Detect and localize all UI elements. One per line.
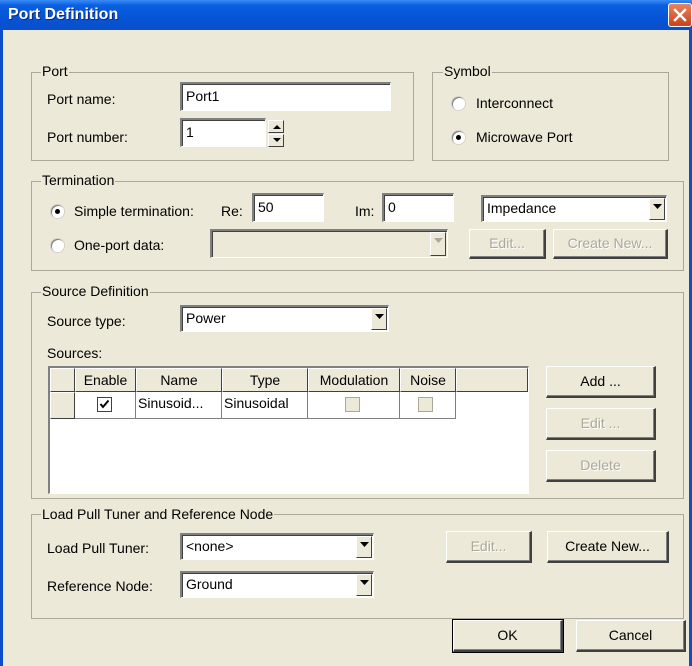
radio-microwave-port-label[interactable]: Microwave Port	[476, 129, 572, 145]
port-number-spin-up[interactable]	[268, 120, 284, 133]
load-pull-tuner-value: <none>	[186, 538, 234, 554]
termination-create-new-label: Create New...	[567, 235, 653, 251]
load-pull-create-new-label: Create New...	[565, 538, 650, 554]
port-group-legend: Port	[41, 63, 69, 79]
source-type-label: Source type:	[47, 313, 126, 329]
delete-source-button[interactable]: Delete	[546, 450, 656, 482]
chevron-down-icon	[360, 542, 369, 547]
reference-node-select[interactable]: Ground	[180, 571, 374, 598]
symbol-group-legend: Symbol	[443, 63, 492, 79]
radio-simple-termination[interactable]	[51, 205, 64, 218]
enable-checkbox[interactable]	[97, 397, 112, 412]
add-source-button[interactable]: Add ...	[546, 366, 656, 398]
source-type-dropdown-button[interactable]	[371, 308, 387, 330]
cancel-button[interactable]: Cancel	[576, 620, 686, 652]
add-source-label: Add ...	[580, 373, 621, 389]
im-label: Im:	[355, 203, 375, 219]
one-port-data-label[interactable]: One-port data:	[74, 237, 164, 253]
edit-source-button[interactable]: Edit ...	[546, 408, 656, 440]
port-definition-dialog: Port Definition Port Port name: Port1 Po…	[0, 0, 692, 666]
chevron-down-icon	[653, 204, 662, 209]
termination-create-new-button[interactable]: Create New...	[553, 229, 668, 259]
title-bar[interactable]: Port Definition	[0, 0, 692, 30]
table-header-modulation[interactable]: Modulation	[308, 368, 400, 392]
termination-edit-button[interactable]: Edit...	[469, 229, 546, 259]
re-label: Re:	[221, 203, 243, 219]
close-button[interactable]	[668, 3, 692, 27]
source-type-value: Power	[186, 310, 226, 326]
im-input[interactable]: 0	[382, 193, 454, 222]
window-frame-left	[0, 30, 3, 666]
termination-edit-label: Edit...	[489, 235, 525, 251]
port-number-label: Port number:	[47, 129, 128, 145]
chevron-down-icon	[360, 580, 369, 585]
load-pull-edit-button[interactable]: Edit...	[446, 531, 532, 563]
table-row-selector[interactable]	[50, 392, 75, 419]
table-cell-noise[interactable]	[400, 392, 456, 419]
termination-mode-value: Impedance	[487, 200, 557, 216]
table-header-noise[interactable]: Noise	[400, 368, 456, 392]
chevron-down-icon	[434, 238, 443, 243]
table-header-type[interactable]: Type	[222, 368, 308, 392]
cancel-button-label: Cancel	[608, 627, 653, 643]
spin-down-icon	[273, 138, 281, 142]
window-title: Port Definition	[8, 6, 119, 23]
table-header-enable[interactable]: Enable	[75, 368, 136, 392]
re-input[interactable]: 50	[252, 193, 324, 222]
one-port-data-dropdown-button[interactable]	[430, 232, 446, 256]
load-pull-edit-label: Edit...	[470, 538, 507, 554]
modulation-checkbox[interactable]	[345, 397, 360, 412]
chevron-down-icon	[375, 314, 384, 319]
radio-microwave-port[interactable]	[452, 131, 465, 144]
termination-mode-dropdown-button[interactable]	[649, 198, 665, 220]
ok-button-label: OK	[497, 627, 518, 643]
table-header-name[interactable]: Name	[136, 368, 222, 392]
reference-node-label: Reference Node:	[47, 578, 153, 594]
checkmark-icon	[99, 399, 110, 409]
source-definition-legend: Source Definition	[41, 283, 150, 299]
source-type-select[interactable]: Power	[180, 305, 389, 332]
table-header-filler	[456, 368, 528, 392]
table-header-selector[interactable]	[50, 368, 75, 392]
ok-button[interactable]: OK	[452, 619, 564, 653]
table-cell-enable[interactable]	[75, 392, 136, 419]
sources-label: Sources:	[47, 345, 103, 361]
termination-group-legend: Termination	[41, 172, 116, 188]
noise-checkbox[interactable]	[418, 397, 433, 412]
delete-source-label: Delete	[580, 457, 621, 473]
radio-interconnect[interactable]	[452, 97, 465, 110]
sources-table[interactable]: Enable Name Type Modulation Noise Sinuso…	[48, 366, 529, 494]
table-cell-name[interactable]: Sinusoid...	[136, 392, 222, 419]
table-cell-type[interactable]: Sinusoidal	[222, 392, 308, 419]
port-name-input[interactable]: Port1	[180, 82, 391, 111]
load-pull-tuner-select[interactable]: <none>	[180, 533, 374, 560]
load-pull-legend: Load Pull Tuner and Reference Node	[41, 506, 275, 522]
reference-node-value: Ground	[186, 576, 233, 592]
radio-interconnect-label[interactable]: Interconnect	[476, 95, 553, 111]
load-pull-group	[31, 514, 684, 619]
close-icon	[673, 8, 687, 22]
simple-termination-label[interactable]: Simple termination:	[74, 203, 194, 219]
table-cell-modulation[interactable]	[308, 392, 400, 419]
edit-source-label: Edit ...	[580, 415, 621, 431]
port-name-label: Port name:	[47, 91, 116, 107]
port-number-spin-down[interactable]	[268, 134, 284, 147]
one-port-data-select[interactable]	[210, 229, 448, 258]
spin-up-icon	[273, 125, 281, 129]
reference-node-dropdown-button[interactable]	[356, 574, 372, 596]
symbol-group	[432, 72, 669, 161]
radio-one-port-data[interactable]	[51, 239, 64, 252]
termination-mode-select[interactable]: Impedance	[481, 195, 667, 222]
port-number-input[interactable]: 1	[180, 118, 266, 147]
load-pull-tuner-dropdown-button[interactable]	[356, 536, 372, 558]
load-pull-tuner-label: Load Pull Tuner:	[47, 540, 149, 556]
load-pull-create-new-button[interactable]: Create New...	[547, 531, 669, 563]
